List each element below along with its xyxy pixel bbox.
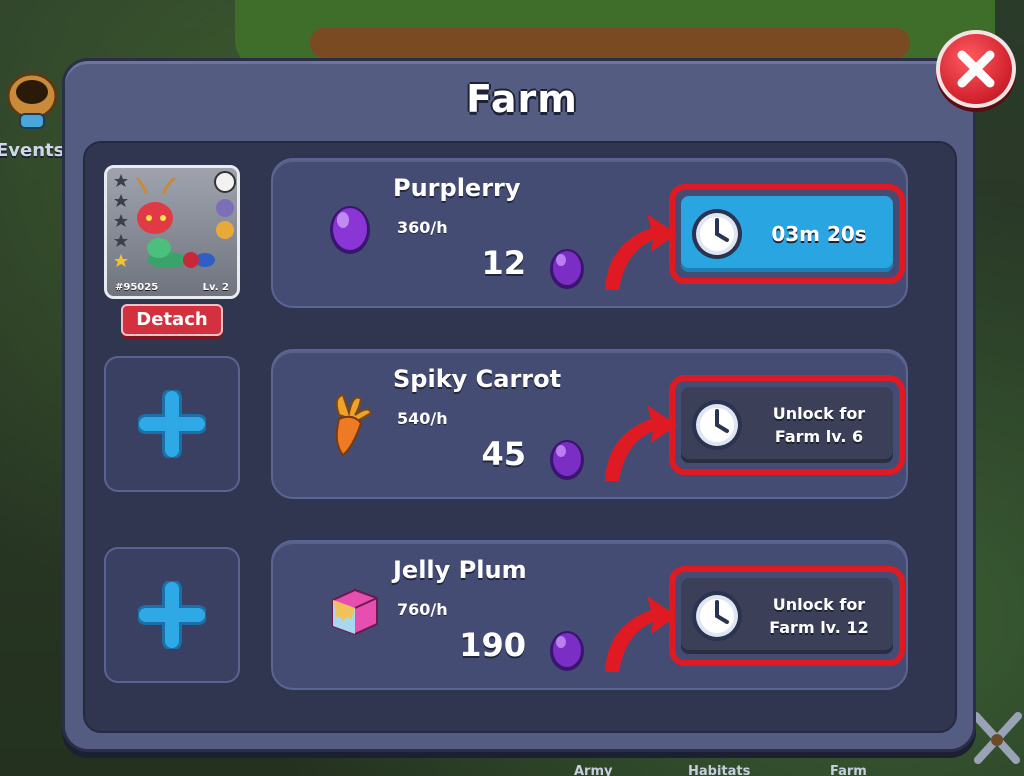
jelly-cube-icon: [332, 588, 378, 636]
crop-price: 190: [459, 626, 526, 664]
crop-price: 45: [481, 435, 526, 473]
carrot-icon: [335, 393, 373, 457]
purple-gem-icon: [550, 440, 584, 480]
crop-row: Purplerry 360/h 12 03m 20s: [271, 158, 908, 308]
unlock-button[interactable]: Unlock for Farm lv. 6: [669, 375, 905, 475]
unlock-label-line2: Farm lv. 12: [769, 618, 869, 637]
clock-icon: [692, 209, 742, 259]
detach-button[interactable]: Detach: [121, 304, 223, 336]
purple-berry-icon: [330, 206, 370, 254]
unlock-label-line1: Unlock for: [772, 404, 866, 423]
unlock-label-line1: Unlock for: [772, 595, 866, 614]
modal-title: Farm: [466, 77, 578, 121]
plus-icon: [138, 390, 206, 458]
crossed-swords-icon[interactable]: [970, 700, 1024, 776]
crop-row: Spiky Carrot 540/h 45 Unlock for Farm lv…: [271, 349, 908, 499]
unlock-button[interactable]: Unlock for Farm lv. 12: [669, 566, 905, 666]
crop-name: Jelly Plum: [393, 556, 527, 584]
purple-gem-icon: [550, 631, 584, 671]
background-dirt-path: [310, 28, 910, 58]
events-label[interactable]: Events: [0, 140, 64, 161]
red-arrow-icon: [605, 405, 677, 481]
crop-name: Spiky Carrot: [393, 365, 562, 393]
red-arrow-icon: [605, 214, 677, 290]
crop-rate: 760/h: [397, 600, 448, 619]
pet-slot-card[interactable]: #95025 Lv. 2: [104, 165, 240, 299]
timer-label: 03m 20s: [771, 222, 867, 246]
crop-rate: 360/h: [397, 218, 448, 237]
plus-icon: [138, 581, 206, 649]
tab-habitats[interactable]: Habitats: [688, 764, 750, 776]
caterpillar-pet-icon: [114, 171, 236, 268]
events-icon[interactable]: [2, 62, 60, 138]
add-pet-slot-button[interactable]: [104, 356, 240, 492]
crop-row: Jelly Plum 760/h 190 Unlock for Farm lv.…: [271, 540, 908, 690]
close-button[interactable]: [936, 30, 1016, 108]
clock-icon: [692, 591, 742, 641]
pet-level: Lv. 2: [202, 282, 229, 293]
crop-name: Purplerry: [393, 174, 521, 202]
tab-army[interactable]: Army: [574, 764, 613, 776]
unlock-label-line2: Farm lv. 6: [774, 427, 864, 446]
crop-rate: 540/h: [397, 409, 448, 428]
add-pet-slot-button[interactable]: [104, 547, 240, 683]
harvest-timer-button[interactable]: 03m 20s: [669, 184, 905, 284]
clock-icon: [692, 400, 742, 450]
pet-id: #95025: [115, 282, 159, 293]
close-icon: [957, 50, 995, 88]
crop-price: 12: [481, 244, 526, 282]
red-arrow-icon: [605, 596, 677, 672]
tab-farm[interactable]: Farm: [830, 764, 867, 776]
purple-gem-icon: [550, 249, 584, 289]
